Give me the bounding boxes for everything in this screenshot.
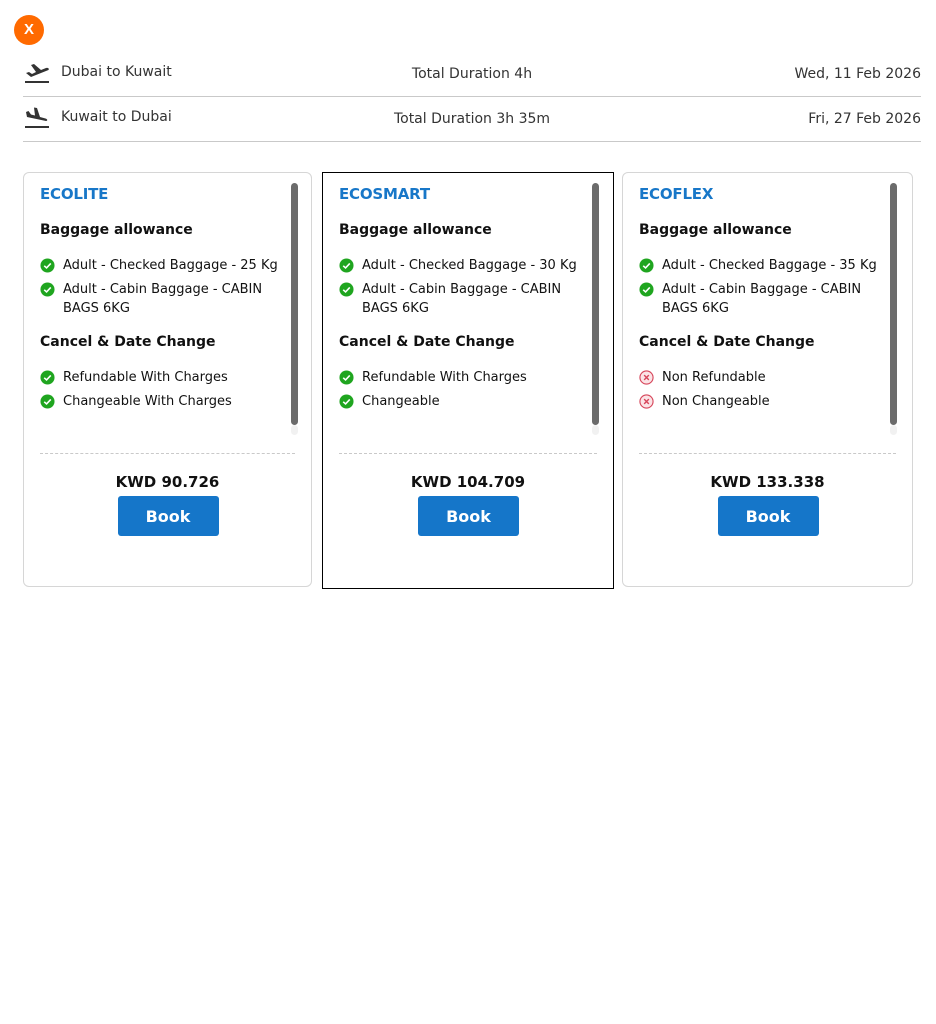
scrollbar[interactable]: [291, 183, 298, 425]
book-button[interactable]: Book: [117, 496, 219, 536]
fare-card-ecolite[interactable]: ECOLITE Baggage allowance Adult - Checke…: [23, 172, 312, 587]
cross-circle-icon: [639, 370, 654, 385]
fare-name: ECOSMART: [339, 185, 430, 203]
list-item: Non Refundable: [639, 368, 881, 387]
feature-text: Changeable With Charges: [63, 394, 232, 409]
fare-options: ECOLITE Baggage allowance Adult - Checke…: [23, 172, 913, 589]
list-item: Adult - Cabin Baggage - CABIN BAGS 6KG: [339, 280, 581, 318]
change-title: Cancel & Date Change: [639, 334, 815, 350]
list-item: Refundable With Charges: [40, 368, 282, 387]
scrollbar-track: [890, 425, 897, 435]
change-list: Refundable With Charges Changeable: [339, 368, 581, 411]
feature-text: Adult - Checked Baggage - 30 Kg: [362, 258, 577, 273]
change-title: Cancel & Date Change: [40, 334, 216, 350]
change-list: Non Refundable Non Changeable: [639, 368, 881, 411]
divider: [639, 453, 896, 454]
divider: [40, 453, 295, 454]
leg-row-return: Kuwait to Dubai Total Duration 3h 35m Fr…: [23, 97, 921, 142]
cross-circle-icon: [639, 394, 654, 409]
scrollbar-track: [291, 425, 298, 435]
leg-date: Wed, 11 Feb 2026: [794, 66, 921, 82]
leg-duration: Total Duration 3h 35m: [393, 111, 551, 127]
leg-date: Fri, 27 Feb 2026: [808, 111, 921, 127]
check-circle-icon: [40, 282, 55, 297]
feature-text: Changeable: [362, 394, 440, 409]
check-circle-icon: [339, 282, 354, 297]
feature-text: Adult - Cabin Baggage - CABIN BAGS 6KG: [63, 282, 263, 316]
feature-text: Adult - Cabin Baggage - CABIN BAGS 6KG: [362, 282, 562, 316]
fare-name: ECOLITE: [40, 185, 109, 203]
leg-duration: Total Duration 4h: [411, 66, 533, 82]
baggage-title: Baggage allowance: [339, 222, 492, 238]
fare-details: ECOSMART Baggage allowance Adult - Check…: [339, 185, 581, 443]
list-item: Adult - Checked Baggage - 25 Kg: [40, 256, 282, 275]
fare-price: KWD 133.338: [710, 473, 825, 491]
baggage-list: Adult - Checked Baggage - 35 Kg Adult - …: [639, 256, 881, 318]
baggage-list: Adult - Checked Baggage - 25 Kg Adult - …: [40, 256, 282, 318]
check-circle-icon: [40, 370, 55, 385]
change-title: Cancel & Date Change: [339, 334, 515, 350]
check-circle-icon: [639, 282, 654, 297]
list-item: Changeable With Charges: [40, 392, 282, 411]
baggage-title: Baggage allowance: [40, 222, 193, 238]
divider: [339, 453, 597, 454]
baggage-title: Baggage allowance: [639, 222, 792, 238]
list-item: Adult - Checked Baggage - 30 Kg: [339, 256, 581, 275]
close-button[interactable]: X: [14, 15, 44, 45]
leg-row-outbound: Dubai to Kuwait Total Duration 4h Wed, 1…: [23, 52, 921, 97]
check-circle-icon: [339, 258, 354, 273]
book-button[interactable]: Book: [418, 496, 519, 536]
scrollbar[interactable]: [592, 183, 599, 425]
book-button[interactable]: Book: [717, 496, 819, 536]
scrollbar-track: [592, 425, 599, 435]
list-item: Adult - Cabin Baggage - CABIN BAGS 6KG: [639, 280, 881, 318]
fare-details: ECOFLEX Baggage allowance Adult - Checke…: [639, 185, 881, 443]
list-item: Refundable With Charges: [339, 368, 581, 387]
fare-name: ECOFLEX: [639, 185, 714, 203]
feature-text: Non Changeable: [662, 394, 770, 409]
fare-card-ecosmart[interactable]: ECOSMART Baggage allowance Adult - Check…: [322, 172, 614, 589]
feature-text: Adult - Checked Baggage - 35 Kg: [662, 258, 877, 273]
feature-text: Non Refundable: [662, 370, 766, 385]
check-circle-icon: [339, 370, 354, 385]
fare-price: KWD 104.709: [410, 473, 526, 491]
feature-text: Refundable With Charges: [63, 370, 228, 385]
itinerary-summary: Dubai to Kuwait Total Duration 4h Wed, 1…: [23, 52, 921, 142]
check-circle-icon: [40, 394, 55, 409]
feature-text: Adult - Cabin Baggage - CABIN BAGS 6KG: [662, 282, 862, 316]
list-item: Adult - Checked Baggage - 35 Kg: [639, 256, 881, 275]
fare-details: ECOLITE Baggage allowance Adult - Checke…: [40, 185, 282, 443]
check-circle-icon: [339, 394, 354, 409]
fare-card-ecoflex[interactable]: ECOFLEX Baggage allowance Adult - Checke…: [622, 172, 913, 587]
fare-price: KWD 90.726: [115, 473, 220, 491]
check-circle-icon: [40, 258, 55, 273]
change-list: Refundable With Charges Changeable With …: [40, 368, 282, 411]
feature-text: Refundable With Charges: [362, 370, 527, 385]
list-item: Adult - Cabin Baggage - CABIN BAGS 6KG: [40, 280, 282, 318]
feature-text: Adult - Checked Baggage - 25 Kg: [63, 258, 278, 273]
list-item: Non Changeable: [639, 392, 881, 411]
list-item: Changeable: [339, 392, 581, 411]
check-circle-icon: [639, 258, 654, 273]
baggage-list: Adult - Checked Baggage - 30 Kg Adult - …: [339, 256, 581, 318]
scrollbar[interactable]: [890, 183, 897, 425]
